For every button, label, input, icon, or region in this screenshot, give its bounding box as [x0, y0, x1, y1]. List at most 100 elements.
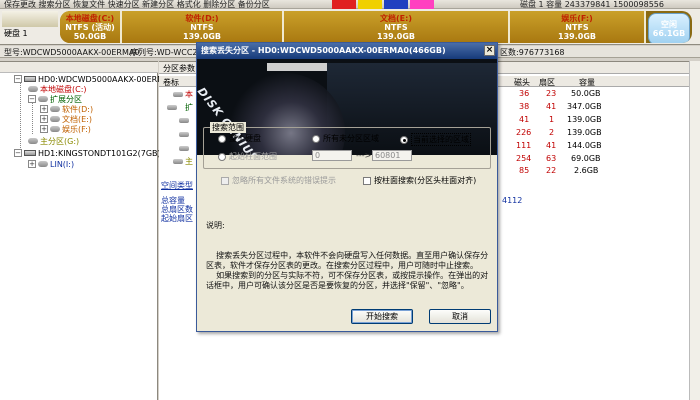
toolbar-icon-yellow[interactable]: [358, 0, 382, 9]
toolbar-icon-pink[interactable]: [410, 0, 434, 9]
radio-unpartitioned[interactable]: 所有未分区区域: [312, 133, 379, 144]
toolbar: 保存更改 搜索分区 恢复文件 快速分区 新建分区 格式化 删除分区 备份分区 磁…: [0, 0, 700, 9]
partition-size: 139.0GB: [183, 31, 221, 41]
disk-map: 本地磁盘(C:) NTFS (活动) 50.0GB 软件(D:) NTFS 13…: [60, 11, 692, 43]
toolbar-icon-blue[interactable]: [384, 0, 408, 9]
cell-heads: 41: [519, 115, 530, 124]
close-icon[interactable]: ×: [484, 45, 495, 56]
partition-fs: NTFS (活动): [65, 22, 115, 32]
range-to-input[interactable]: 60801: [372, 150, 412, 161]
cell-heads: 85: [519, 166, 530, 175]
checkbox-label: 按柱面搜索(分区头柱面对齐): [374, 176, 477, 185]
row-label: 主: [185, 157, 193, 166]
cell-heads: 226: [516, 128, 532, 137]
partition-block-c[interactable]: 本地磁盘(C:) NTFS (活动) 50.0GB: [60, 11, 122, 43]
tree-item-f[interactable]: + 娱乐(F:): [40, 124, 91, 134]
tree-item-extended[interactable]: − 扩展分区: [28, 94, 82, 104]
tree-item-hd0[interactable]: − HD0:WDCWD5000AAKX-00ERMA0: [14, 74, 175, 84]
partition-block-e[interactable]: 文档(E:) NTFS 139.0GB: [284, 11, 510, 43]
cell-heads: 38: [519, 102, 530, 111]
field-value: 4112: [502, 196, 523, 205]
partition-name: 软件(D:): [185, 13, 219, 23]
dialog-title: 搜索丢失分区 - HD0:WDCWD5000AAKX-00ERMA0(466GB…: [197, 43, 497, 59]
expand-icon[interactable]: +: [40, 125, 48, 133]
expand-icon[interactable]: +: [40, 115, 48, 123]
tree-item-g[interactable]: 主分区(G:): [28, 136, 79, 146]
tree-item-e[interactable]: + 文档(E:): [40, 114, 92, 124]
disk-map-left-graphic: [2, 11, 58, 27]
partition-fs: NTFS: [190, 22, 214, 32]
collapse-icon[interactable]: −: [14, 149, 22, 157]
tree-item-d[interactable]: + 软件(D:): [40, 104, 93, 114]
cell-sectors: 23: [546, 89, 557, 98]
partition-row-icon: [167, 105, 177, 110]
tree-item-hd1[interactable]: − HD1:KINGSTONDT101G2(7GB): [14, 148, 161, 158]
tree-line: [20, 82, 21, 152]
collapse-icon[interactable]: −: [28, 95, 36, 103]
cell-capacity: 139.0GB: [567, 115, 602, 124]
partition-row-icon: [173, 159, 183, 164]
partition-icon: [50, 106, 60, 112]
partition-name: 娱乐(F:): [561, 13, 593, 23]
cell-capacity: 2.6GB: [574, 166, 599, 175]
partition-size: 66.1GB: [652, 29, 686, 38]
range-separator: --->: [356, 151, 372, 160]
partition-icon: [28, 86, 38, 92]
toolbar-icon-red[interactable]: [332, 0, 356, 9]
row-label: 扩: [185, 103, 193, 112]
tab-partition-params[interactable]: 分区参数: [163, 63, 195, 74]
radio-label: 当前选择的区域: [411, 133, 471, 146]
search-lost-partition-dialog: 搜索丢失分区 - HD0:WDCWD5000AAKX-00ERMA0(466GB…: [196, 42, 498, 332]
notes-body: 搜索丢失分区过程中，本软件不会向硬盘写入任何数据。直至用户确认保存分区表，软件才…: [206, 251, 489, 290]
cell-heads: 36: [519, 89, 530, 98]
range-from-input[interactable]: 0: [312, 150, 352, 161]
cell-sectors: 2: [549, 128, 555, 137]
tree-item-i[interactable]: + LIN(I:): [28, 159, 74, 169]
partition-icon: [38, 161, 48, 167]
partition-row-icon: [179, 118, 189, 123]
checkbox-icon: [363, 176, 371, 185]
partition-size: 50.0GB: [73, 31, 107, 41]
tree-line: [32, 102, 33, 134]
group-label: 搜索范围: [210, 122, 246, 133]
vertical-scrollbar[interactable]: [689, 61, 700, 400]
field-space-type: 空间类型: [161, 181, 193, 190]
cell-sectors: 1: [549, 115, 555, 124]
partition-name: 本地磁盘(C:): [65, 13, 115, 23]
tree-item-c[interactable]: 本地磁盘(C:): [28, 84, 87, 94]
disk-tree-pane[interactable]: − HD0:WDCWD5000AAKX-00ERMA0 本地磁盘(C:) − 扩展分…: [0, 61, 175, 400]
start-search-button[interactable]: 开始搜索: [351, 309, 413, 324]
cell-capacity: 139.0GB: [567, 128, 602, 137]
cell-capacity: 347.0GB: [567, 102, 602, 111]
cell-sectors: 41: [546, 102, 557, 111]
radio-icon: [218, 152, 226, 161]
radio-current-region[interactable]: 当前选择的区域: [400, 133, 471, 146]
disk-model: 型号:WDCWD5000AAKX-00ERMA0: [4, 48, 140, 57]
checkbox-ignore-errors[interactable]: 忽略所有文件系统的错误提示: [221, 175, 336, 186]
tree-scrollbar[interactable]: [0, 62, 158, 73]
tree-item-label: HD0:WDCWD5000AAKX-00ERMA0: [38, 74, 175, 84]
partition-block-f[interactable]: 娱乐(F:) NTFS 139.0GB: [510, 11, 646, 43]
tree-item-label: LIN(I:): [50, 159, 75, 169]
column-header-sectors[interactable]: 扇区: [539, 77, 555, 88]
cell-heads: 111: [516, 141, 532, 150]
notes-section: 说明: 搜索丢失分区过程中，本软件不会向硬盘写入任何数据。直至用户确认保存分区表…: [206, 201, 490, 311]
checkbox-label: 忽略所有文件系统的错误提示: [232, 176, 336, 185]
radio-sector-range[interactable]: 起始柱面范围: [218, 151, 277, 162]
column-header-label[interactable]: 卷标: [163, 77, 179, 88]
column-header-heads[interactable]: 磁头: [514, 77, 530, 88]
radio-whole-disk[interactable]: 整个硬盘: [218, 133, 261, 144]
partition-size: 139.0GB: [558, 31, 596, 41]
expand-icon[interactable]: +: [28, 160, 36, 168]
expand-icon[interactable]: +: [40, 105, 48, 113]
cancel-button[interactable]: 取消: [429, 309, 491, 324]
partition-icon: [38, 96, 48, 102]
collapse-icon[interactable]: −: [14, 75, 22, 83]
partition-block-free[interactable]: 空闲 66.1GB: [648, 13, 690, 43]
usb-disk-icon: [24, 150, 36, 156]
partition-name: 空闲: [661, 20, 677, 29]
checkbox-cylinder-search[interactable]: 按柱面搜索(分区头柱面对齐): [363, 175, 476, 186]
column-header-capacity[interactable]: 容量: [579, 77, 595, 88]
checkbox-icon: [221, 176, 229, 185]
partition-block-d[interactable]: 软件(D:) NTFS 139.0GB: [122, 11, 284, 43]
